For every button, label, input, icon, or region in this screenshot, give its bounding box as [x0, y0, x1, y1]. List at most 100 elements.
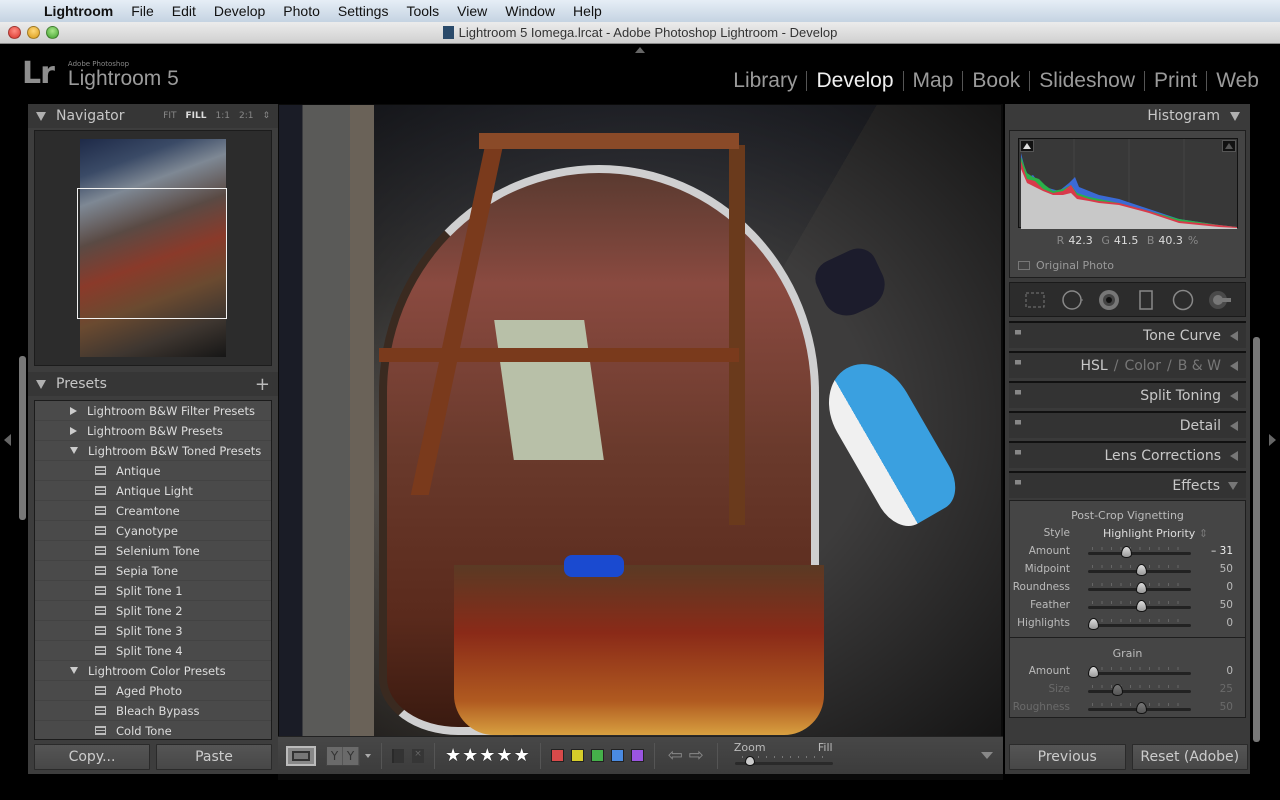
- preset-item[interactable]: Split Tone 4: [35, 641, 271, 661]
- preset-item[interactable]: Bleach Bypass: [35, 701, 271, 721]
- preset-folder[interactable]: Lightroom B&W Toned Presets: [35, 441, 271, 461]
- zoom-fit[interactable]: FIT: [163, 111, 176, 121]
- loupe-view-button[interactable]: [286, 745, 316, 766]
- menu-edit[interactable]: Edit: [163, 3, 205, 19]
- collapsed-triangle-icon[interactable]: [1230, 420, 1238, 431]
- collapse-triangle-icon[interactable]: [36, 111, 46, 121]
- paste-settings-button[interactable]: Paste: [156, 744, 272, 770]
- menu-file[interactable]: File: [122, 3, 163, 19]
- star-icon[interactable]: ★: [445, 746, 461, 765]
- collapsed-triangle-icon[interactable]: [1230, 390, 1238, 401]
- module-book[interactable]: Book: [963, 69, 1029, 93]
- pick-flag-icon[interactable]: [392, 748, 404, 763]
- color-label-1[interactable]: [570, 749, 584, 762]
- menu-window[interactable]: Window: [496, 3, 564, 19]
- preset-item[interactable]: Sepia Tone: [35, 561, 271, 581]
- slider-value[interactable]: – 31: [1211, 545, 1233, 557]
- preset-item[interactable]: Aged Photo: [35, 681, 271, 701]
- preset-folder[interactable]: Lightroom B&W Presets: [35, 421, 271, 441]
- collapse-triangle-icon[interactable]: [1230, 111, 1240, 121]
- menu-view[interactable]: View: [448, 3, 496, 19]
- graduated-filter-icon[interactable]: [1135, 289, 1157, 311]
- adjustment-brush-icon[interactable]: [1209, 289, 1232, 311]
- preset-item[interactable]: Split Tone 1: [35, 581, 271, 601]
- color-label-3[interactable]: [610, 749, 624, 762]
- panel-switch-icon[interactable]: [1015, 480, 1021, 490]
- panel-switch-icon[interactable]: [1015, 330, 1021, 340]
- slider-value[interactable]: 50: [1220, 701, 1233, 713]
- zoom-2-1[interactable]: 2:1: [239, 111, 253, 121]
- slider-thumb[interactable]: [1136, 564, 1147, 576]
- section-lens-corrections[interactable]: Lens Corrections: [1009, 441, 1246, 468]
- presets-header[interactable]: Presets +: [28, 372, 278, 396]
- navigator-preview[interactable]: [34, 130, 272, 366]
- before-after-dropdown-icon[interactable]: [365, 753, 371, 758]
- module-develop[interactable]: Develop: [807, 69, 902, 93]
- collapse-left-panel-icon[interactable]: [4, 434, 11, 446]
- star-icon[interactable]: ★: [479, 746, 495, 765]
- left-panel-scrollbar[interactable]: [19, 356, 26, 520]
- shadow-clipping-toggle[interactable]: [1020, 140, 1034, 152]
- color-label-4[interactable]: [630, 749, 644, 762]
- photo-preview[interactable]: [279, 105, 1001, 737]
- spot-removal-icon[interactable]: [1061, 289, 1083, 311]
- star-rating[interactable]: ★ ★ ★ ★ ★: [445, 746, 530, 765]
- section-hsl[interactable]: HSL / Color / B & W: [1009, 351, 1246, 378]
- slider-thumb[interactable]: [1112, 684, 1123, 696]
- menu-settings[interactable]: Settings: [329, 3, 398, 19]
- preset-folder[interactable]: Lightroom B&W Filter Presets: [35, 401, 271, 421]
- collapsed-triangle-icon[interactable]: [1230, 330, 1238, 341]
- disclosure-closed-icon[interactable]: [70, 426, 77, 435]
- panel-switch-icon[interactable]: [1015, 450, 1021, 460]
- preset-item[interactable]: Creamtone: [35, 501, 271, 521]
- menu-app[interactable]: Lightroom: [36, 3, 122, 19]
- section-subtitle[interactable]: B & W: [1178, 358, 1221, 374]
- expanded-triangle-icon[interactable]: [1228, 481, 1238, 490]
- slider-thumb[interactable]: [1088, 666, 1099, 678]
- panel-switch-icon[interactable]: [1015, 420, 1021, 430]
- module-print[interactable]: Print: [1145, 69, 1206, 93]
- right-panel-scrollbar[interactable]: [1253, 337, 1260, 742]
- slider-value[interactable]: 25: [1220, 683, 1233, 695]
- preset-item[interactable]: Selenium Tone: [35, 541, 271, 561]
- highlight-clipping-toggle[interactable]: [1222, 140, 1236, 152]
- collapsed-triangle-icon[interactable]: [1230, 360, 1238, 371]
- module-slideshow[interactable]: Slideshow: [1030, 69, 1144, 93]
- reset-button[interactable]: Reset (Adobe): [1131, 744, 1248, 770]
- disclosure-open-icon[interactable]: [70, 447, 78, 454]
- disclosure-closed-icon[interactable]: [70, 406, 77, 415]
- preset-item[interactable]: Cold Tone: [35, 721, 271, 739]
- preset-item[interactable]: Antique Light: [35, 481, 271, 501]
- navigator-view-rectangle[interactable]: [77, 188, 227, 319]
- red-eye-icon[interactable]: [1098, 289, 1120, 311]
- slider-thumb[interactable]: [1136, 702, 1147, 714]
- histogram-graph[interactable]: [1018, 138, 1238, 229]
- star-icon[interactable]: ★: [462, 746, 478, 765]
- section-effects[interactable]: Effects: [1009, 471, 1246, 498]
- zoom-1-1[interactable]: 1:1: [215, 111, 229, 121]
- zoom-slider-thumb[interactable]: [744, 755, 755, 766]
- checkbox-icon[interactable]: [1018, 261, 1030, 270]
- before-after-button[interactable]: YY: [326, 745, 360, 766]
- slider-value[interactable]: 0: [1226, 665, 1233, 677]
- slider-value[interactable]: 0: [1226, 581, 1233, 593]
- menu-develop[interactable]: Develop: [205, 3, 274, 19]
- slider-thumb[interactable]: [1088, 618, 1099, 630]
- preset-item[interactable]: Cyanotype: [35, 521, 271, 541]
- menu-help[interactable]: Help: [564, 3, 611, 19]
- image-canvas[interactable]: [278, 104, 1003, 780]
- preset-item[interactable]: Split Tone 3: [35, 621, 271, 641]
- panel-switch-icon[interactable]: [1015, 360, 1021, 370]
- slider-value[interactable]: 0: [1226, 617, 1233, 629]
- section-tone-curve[interactable]: Tone Curve: [1009, 321, 1246, 348]
- preset-item[interactable]: Antique: [35, 461, 271, 481]
- reject-flag-icon[interactable]: ×: [412, 748, 424, 763]
- disclosure-open-icon[interactable]: [70, 667, 78, 674]
- menu-photo[interactable]: Photo: [274, 3, 329, 19]
- slider-value[interactable]: 50: [1220, 599, 1233, 611]
- slider-thumb[interactable]: [1136, 582, 1147, 594]
- preset-folder[interactable]: Lightroom Color Presets: [35, 661, 271, 681]
- next-photo-icon[interactable]: ⇨: [689, 745, 704, 766]
- color-label-2[interactable]: [590, 749, 604, 762]
- copy-settings-button[interactable]: Copy...: [34, 744, 150, 770]
